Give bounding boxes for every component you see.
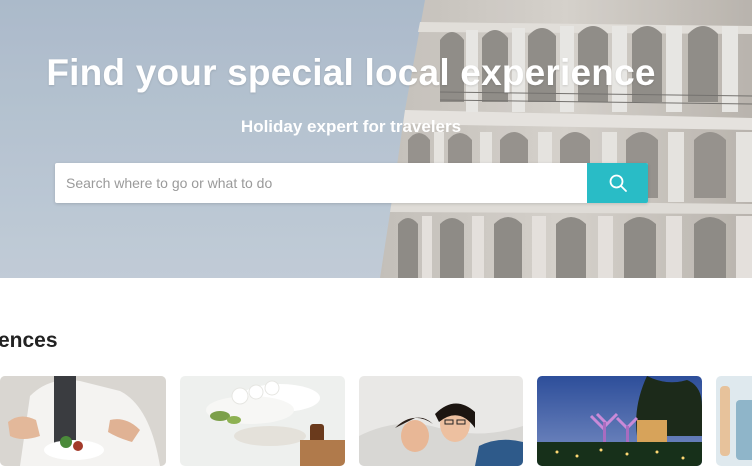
search-icon [609, 174, 627, 192]
leaning-tower-photo [0, 0, 752, 278]
experience-card[interactable] [537, 376, 702, 466]
search-button[interactable] [587, 163, 648, 203]
gardens-by-the-bay-night-photo [537, 376, 702, 466]
experience-card[interactable] [0, 376, 166, 466]
hero-title: Find your special local experience [46, 52, 656, 93]
experience-card[interactable] [359, 376, 523, 466]
hero-subtitle: Holiday expert for travelers [240, 117, 462, 136]
spa-towels-orchids-photo [180, 376, 345, 466]
search-bar [55, 163, 648, 203]
search-input[interactable] [55, 163, 586, 203]
smiling-couple-photo [359, 376, 523, 466]
experience-card[interactable] [716, 376, 752, 466]
chef-plating-food-photo [0, 376, 166, 466]
section-title: ences [0, 329, 58, 352]
hero-banner: Find your special local experience Holid… [0, 0, 752, 278]
partial-card-photo [716, 376, 752, 466]
experience-card[interactable] [180, 376, 345, 466]
